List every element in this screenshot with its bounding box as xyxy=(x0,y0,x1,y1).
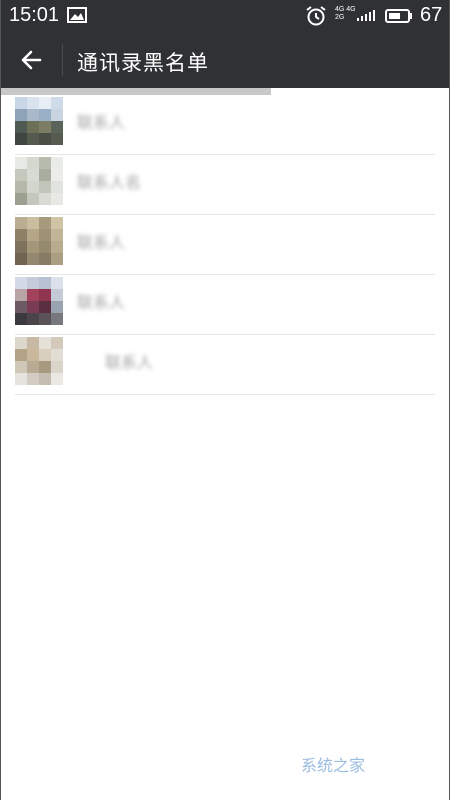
app-bar: 通讯录黑名单 xyxy=(1,32,449,88)
contact-name: 联系人名 xyxy=(77,175,142,192)
contact-name: 联系人 xyxy=(105,355,154,372)
blacklist-contact-list: 联系人 联系人名 联系人 联系人 联系人 xyxy=(1,95,449,395)
contact-name: 联系人 xyxy=(77,295,126,312)
back-button[interactable] xyxy=(13,42,49,78)
contact-avatar xyxy=(15,157,63,205)
contact-avatar xyxy=(15,217,63,265)
signal-strength-icon xyxy=(357,10,375,21)
alarm-clock-icon xyxy=(306,6,326,26)
contact-row[interactable]: 联系人 xyxy=(1,95,449,155)
battery-icon xyxy=(385,9,412,23)
app-bar-divider xyxy=(62,44,63,76)
watermark-logo: 系统之家 xyxy=(301,758,366,775)
contact-name: 联系人 xyxy=(77,235,126,252)
contact-name: 联系人 xyxy=(77,115,126,132)
contact-avatar xyxy=(15,337,63,385)
contact-row[interactable]: 联系人 xyxy=(1,335,449,395)
battery-percent: 67 xyxy=(420,4,443,26)
row-divider xyxy=(15,394,435,395)
network-type-indicator: 4G 4G 2G xyxy=(335,6,356,21)
contact-avatar xyxy=(15,97,63,145)
contact-avatar xyxy=(15,277,63,325)
contact-row[interactable]: 联系人 xyxy=(1,215,449,275)
arrow-left-icon xyxy=(21,50,42,70)
status-time: 15:01 xyxy=(9,4,60,26)
contact-row[interactable]: 联系人名 xyxy=(1,155,449,215)
loading-strip xyxy=(1,88,271,95)
page-title: 通讯录黑名单 xyxy=(77,52,209,75)
image-notification-icon xyxy=(67,7,87,23)
status-bar: 15:01 4G 4G 2G 67 xyxy=(1,0,449,32)
contact-row[interactable]: 联系人 xyxy=(1,275,449,335)
